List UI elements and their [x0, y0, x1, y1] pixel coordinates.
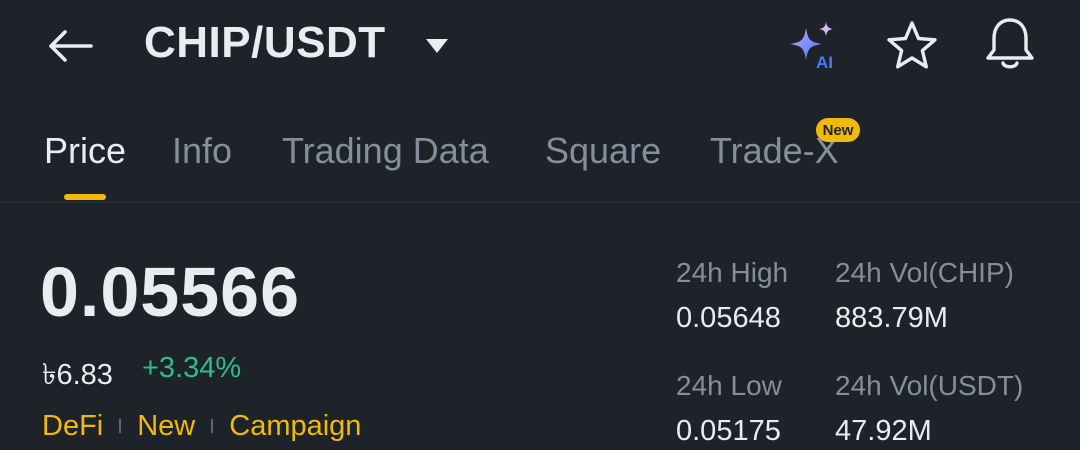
divider [0, 202, 1080, 203]
caret-down-icon[interactable] [424, 36, 450, 56]
tag-campaign[interactable]: Campaign [229, 410, 361, 443]
ai-assistant-button[interactable]: AI [784, 20, 840, 72]
pair-title[interactable]: CHIP/USDT [144, 18, 386, 68]
stat-24h-high-label: 24h High [676, 257, 789, 288]
price-alert-button[interactable] [980, 14, 1040, 74]
bell-icon [986, 18, 1034, 69]
tag-separator [119, 419, 122, 433]
stat-24h-vol-quote-value: 47.92M [835, 415, 932, 447]
arrow-left-icon [49, 30, 93, 62]
active-tab-indicator [64, 194, 106, 200]
ai-label: AI [816, 53, 833, 70]
tab-bar: Price Info Trading Data Square Trade-X [0, 110, 1080, 202]
tab-price[interactable]: Price [44, 130, 126, 172]
top-bar: CHIP/USDT AI [0, 0, 1080, 92]
market-detail-page: CHIP/USDT AI Price Info Trading Data Squ… [0, 0, 1080, 450]
stat-24h-high-value: 0.05648 [676, 302, 781, 334]
last-price: 0.05566 [40, 253, 301, 331]
local-currency-price: ৳6.83 [42, 359, 113, 391]
tag-separator [211, 419, 214, 433]
stat-24h-low-label: 24h Low [676, 370, 782, 401]
back-button[interactable] [44, 22, 96, 70]
favorite-button[interactable] [884, 18, 940, 74]
tab-trading-data[interactable]: Trading Data [282, 130, 489, 172]
new-badge: New [816, 118, 860, 142]
ai-sparkle-icon: AI [790, 22, 833, 72]
stat-24h-vol-base-value: 883.79M [835, 302, 948, 334]
stat-24h-low-value: 0.05175 [676, 415, 781, 447]
star-icon [887, 21, 937, 69]
price-change-percent: +3.34% [142, 352, 242, 384]
tab-info[interactable]: Info [172, 130, 232, 172]
tab-square[interactable]: Square [545, 130, 661, 172]
stat-24h-vol-quote-label: 24h Vol(USDT) [835, 370, 1024, 401]
tag-list: DeFi New Campaign [42, 408, 361, 444]
tag-new[interactable]: New [137, 410, 195, 443]
stat-24h-vol-base-label: 24h Vol(CHIP) [835, 257, 1014, 288]
tag-defi[interactable]: DeFi [42, 410, 103, 443]
